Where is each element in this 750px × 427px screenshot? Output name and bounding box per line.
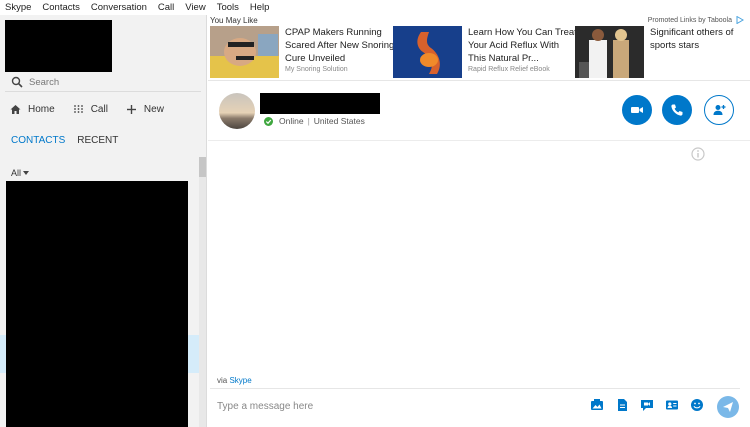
menu-call[interactable]: Call [158,0,174,15]
promoted-links[interactable]: Promoted Links by Taboola [648,16,744,24]
contacts-scrollbar[interactable] [199,157,206,427]
send-contact-icon[interactable] [665,398,679,412]
home-button[interactable]: Home [10,104,55,115]
menu-conversation[interactable]: Conversation [91,0,147,15]
ad-thumbnail [393,26,462,78]
send-picture-icon[interactable] [590,398,604,412]
filter-label: All [11,168,22,178]
ad-item[interactable]: Significant others of sports stars [575,26,750,78]
via-prefix: via [217,376,228,385]
contact-name-redacted [260,93,380,114]
ad-thumbnail [575,26,644,78]
call-button[interactable]: Call [73,104,108,115]
adchoices-icon [736,16,744,24]
contact-status: Online | United States [264,116,365,126]
search-box[interactable]: Search [11,75,196,89]
menu-contacts[interactable]: Contacts [42,0,80,15]
sidebar-tabs: CONTACTS RECENT [11,135,130,146]
ad-title: CPAP Makers Running Scared After New Sno… [285,27,395,64]
search-placeholder: Search [29,76,60,88]
search-icon [11,76,23,88]
dialpad-icon [73,105,83,113]
menu-bar: Skype Contacts Conversation Call View To… [0,0,750,15]
menu-help[interactable]: Help [250,0,270,15]
tab-contacts[interactable]: CONTACTS [11,135,65,146]
add-participant-button[interactable] [704,95,734,125]
plus-icon [126,105,136,114]
conversation-header: Online | United States [208,81,750,141]
sidebar: Search Home Call New CONTACTS RECENT All [0,15,207,427]
status-separator: | [307,116,310,126]
contact-list-redacted [6,181,188,427]
emoticon-icon[interactable] [690,398,704,412]
sidebar-nav: Home Call New [10,104,182,115]
contacts-filter[interactable]: All [11,168,30,178]
composer-divider [210,388,740,389]
location-text: United States [313,116,365,126]
video-camera-icon [631,107,643,113]
add-person-icon [713,105,726,115]
search-underline [5,91,201,92]
call-label: Call [90,104,108,115]
tab-recent[interactable]: RECENT [77,135,118,146]
menu-skype[interactable]: Skype [5,0,31,15]
home-label: Home [28,104,55,115]
send-arrow-icon [723,402,733,412]
ad-title: Significant others of sports stars [650,27,734,51]
menu-tools[interactable]: Tools [217,0,239,15]
send-button[interactable] [717,396,739,418]
ad-item[interactable]: Learn How You Can Treat Your Acid Reflux… [393,26,578,78]
avatar[interactable] [219,93,255,129]
video-message-icon[interactable] [640,398,654,412]
ad-source: Rapid Reflux Relief eBook [468,66,550,73]
ad-thumbnail [210,26,279,78]
online-status-icon [264,116,273,126]
profile-redacted [5,20,112,72]
via-skype: via Skype [217,376,252,385]
ad-item[interactable]: CPAP Makers Running Scared After New Sno… [210,26,395,78]
phone-icon [671,104,683,116]
home-icon [10,105,21,114]
menu-view[interactable]: View [185,0,205,15]
new-label: New [143,104,164,115]
promoted-label: Promoted Links by Taboola [647,16,732,24]
composer-toolbar [590,398,715,412]
ad-strip: You May Like Promoted Links by Taboola C… [208,15,750,81]
conversation-pane: You May Like Promoted Links by Taboola C… [208,15,750,427]
audio-call-button[interactable] [662,95,692,125]
video-call-button[interactable] [622,95,652,125]
status-text: Online [279,116,304,126]
send-file-icon[interactable] [615,398,629,412]
ad-heading: You May Like [210,16,258,25]
contacts-scrollbar-thumb[interactable] [199,157,206,177]
ad-title: Learn How You Can Treat Your Acid Reflux… [468,27,577,64]
message-input[interactable]: Type a message here [217,401,313,412]
new-button[interactable]: New [126,104,164,115]
chevron-down-icon [23,171,30,175]
via-skype-link[interactable]: Skype [229,376,251,385]
info-icon[interactable] [691,147,705,161]
ad-source: My Snoring Solution [285,66,348,73]
